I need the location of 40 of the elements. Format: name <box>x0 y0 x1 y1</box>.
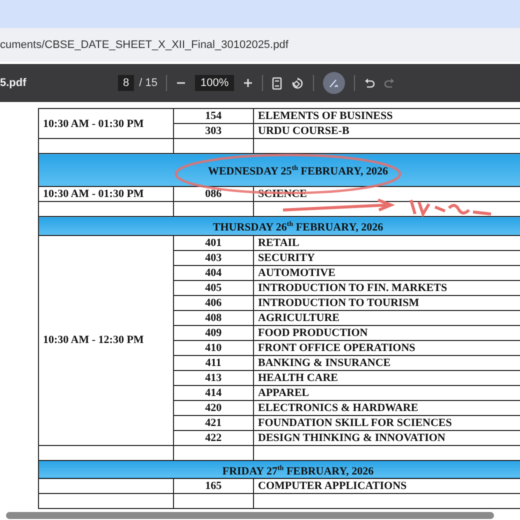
page-number-field[interactable]: 8 <box>118 75 134 91</box>
code-cell: 411 <box>173 355 254 370</box>
date-heading: THURSDAY 26$^{th}$ FEBRUARY, 2026 <box>38 216 520 236</box>
code-cell: 154 <box>173 108 254 124</box>
pen-icon <box>328 78 340 88</box>
subject-cell: ELEMENTS OF BUSINESS <box>254 108 520 124</box>
time-cell: 10:30 AM - 12:30 PM <box>38 235 174 446</box>
undo-icon[interactable] <box>364 78 375 88</box>
date-heading: WEDNESDAY 25$^{th}$ FEBRUARY, 2026 <box>38 154 520 186</box>
page-count: / 15 <box>139 77 158 89</box>
time-cell: 10:30 AM - 01:30 PM <box>38 108 174 138</box>
code-cell: 413 <box>173 370 254 386</box>
draw-button[interactable] <box>322 72 345 94</box>
zoom-field[interactable]: 100% <box>195 75 234 91</box>
code-cell: 303 <box>173 124 254 138</box>
code-cell: 404 <box>173 265 254 280</box>
code-cell: 422 <box>173 430 254 446</box>
code-cell: 420 <box>173 400 254 416</box>
code-cell: 421 <box>173 415 254 430</box>
code-cell: 401 <box>173 235 254 250</box>
rotate-icon[interactable] <box>290 76 304 90</box>
code-cell: 086 <box>173 186 254 202</box>
time-cell: 10:30 AM - 01:30 PM <box>38 186 174 202</box>
code-cell: 414 <box>173 385 254 400</box>
subject-cell: COMPUTER APPLICATIONS <box>254 478 520 494</box>
subject-cell: URDU COURSE-B <box>254 124 520 138</box>
code-cell: 405 <box>173 280 254 296</box>
code-cell: 409 <box>173 325 254 340</box>
code-cell: 403 <box>173 250 254 266</box>
code-cell: 165 <box>173 478 254 494</box>
subject-cell: SCIENCE <box>254 186 520 202</box>
code-cell: 406 <box>173 295 254 310</box>
fit-page-icon[interactable] <box>272 76 282 90</box>
date-heading: FRIDAY 27$^{th}$ FEBRUARY, 2026 <box>38 460 520 479</box>
zoom-in-icon[interactable] <box>242 78 253 88</box>
horizontal-scrollbar[interactable] <box>6 512 494 519</box>
address-field[interactable]: cuments/CBSE_DATE_SHEET_X_XII_Final_30102025.pdf <box>0 39 288 51</box>
code-cell: 408 <box>173 310 254 326</box>
code-cell: 410 <box>173 340 254 356</box>
file-name: 5.pdf <box>0 77 28 89</box>
